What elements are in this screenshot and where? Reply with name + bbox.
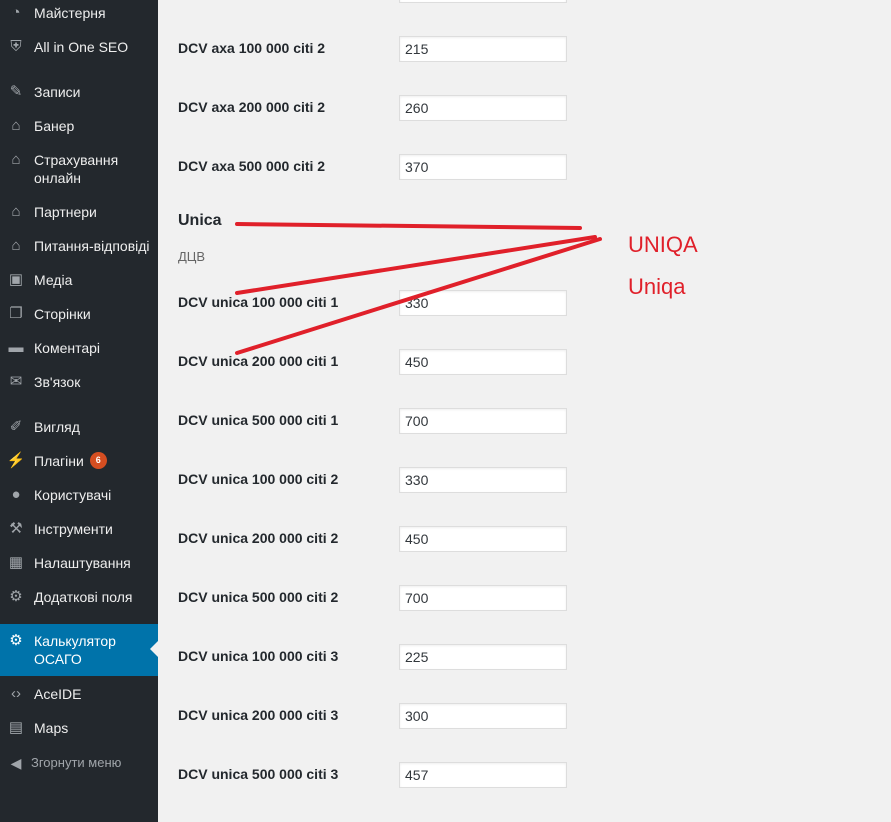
sidebar-item-label: All in One SEO: [34, 39, 129, 55]
field-input[interactable]: [399, 526, 567, 552]
sidebar-item-label: Майстерня: [34, 5, 106, 21]
sidebar-item-label: Зв'язок: [34, 374, 81, 390]
sidebar-item-label: Користувачі: [34, 487, 112, 503]
field-label: DCV unica 200 000 citi 1: [178, 353, 339, 369]
field-input[interactable]: [399, 154, 567, 180]
wrench-icon: ⚒: [9, 520, 23, 537]
field-label: DCV axa 100 000 citi 2: [178, 40, 326, 56]
sidebar-item-label: Вигляд: [34, 419, 80, 435]
map-icon: ▤: [8, 719, 24, 736]
field-input[interactable]: [399, 36, 567, 62]
update-count-badge: 6: [89, 452, 107, 469]
sidebar-item-label: Додаткові поля: [34, 589, 133, 605]
sidebar-item-osago-calculator[interactable]: ⚙ Калькулятор ОСАГО: [0, 624, 158, 676]
field-label: DCV unica 500 000 citi 3: [178, 766, 339, 782]
section-subtitle: ДЦВ: [178, 249, 206, 264]
mail-icon: ✉: [9, 373, 23, 390]
annotation-text-capitalized: Uniqa: [628, 274, 686, 299]
field-input[interactable]: [399, 762, 567, 788]
dashboard-icon: ◔: [11, 4, 21, 21]
field-label: DCV unica 100 000 citi 2: [178, 471, 339, 487]
home-icon: ⌂: [11, 203, 21, 220]
field-label: DCV axa 500 000 citi 2: [178, 158, 326, 174]
sidebar-item-label: Калькулятор ОСАГО: [34, 633, 116, 667]
section-title: Unica: [178, 212, 222, 229]
home-icon: ⌂: [11, 237, 21, 254]
collapse-menu-label: Згорнути меню: [31, 755, 122, 770]
sidebar-item-label: AceIDE: [34, 686, 82, 702]
sidebar-item-label: Страхування онлайн: [34, 152, 119, 186]
plugin-icon: ⚡: [6, 452, 26, 469]
field-input[interactable]: [399, 467, 567, 493]
sidebar-item-label: Інструменти: [34, 521, 113, 537]
gear-icon: ⚙: [9, 588, 23, 605]
field-input[interactable]: [399, 408, 567, 434]
sidebar-item-label: Записи: [34, 84, 81, 100]
gear-icon: ⚙: [9, 632, 23, 649]
field-label: DCV axa 200 000 citi 2: [178, 99, 326, 115]
field-input[interactable]: [399, 644, 567, 670]
field-input[interactable]: [399, 585, 567, 611]
sidebar-item-label: Maps: [34, 720, 69, 736]
sidebar-item-label: Партнери: [34, 204, 97, 220]
brush-icon: ✐: [9, 418, 23, 435]
field-label: DCV unica 100 000 citi 1: [178, 294, 339, 310]
field-input[interactable]: [399, 703, 567, 729]
sidebar-item-label: Плагіни: [34, 453, 84, 469]
user-icon: ●: [11, 486, 21, 503]
home-icon: ⌂: [11, 117, 21, 134]
sidebar-item-label: Налаштування: [34, 555, 131, 571]
field-label: DCV unica 500 000 citi 1: [178, 412, 339, 428]
sidebar-item-label: Коментарі: [34, 340, 101, 356]
active-indicator: [150, 641, 158, 657]
field-input[interactable]: [399, 290, 567, 316]
shield-icon: ⛨: [10, 38, 22, 55]
admin-sidebar: ◔ Майстерня ⛨ All in One SEO ✎ Записи ⌂ …: [0, 0, 158, 822]
pin-icon: ✎: [9, 83, 23, 100]
pages-icon: ❐: [9, 305, 23, 322]
field-label: DCV unica 200 000 citi 2: [178, 530, 339, 546]
media-icon: ▣: [8, 271, 24, 288]
annotation-text-uppercase: UNIQA: [628, 232, 698, 257]
sidebar-item-label: Банер: [34, 118, 75, 134]
field-label: DCV unica 500 000 citi 2: [178, 589, 339, 605]
field-input[interactable]: [399, 349, 567, 375]
settings-icon: ▦: [8, 554, 24, 571]
sidebar-item-label: Медіа: [34, 272, 73, 288]
main-content: DCV axa 100 000 citi 2 DCV axa 200 000 c…: [158, 0, 891, 822]
field-label: DCV unica 200 000 citi 3: [178, 707, 339, 723]
field-input[interactable]: [399, 0, 567, 3]
sidebar-item-label: Сторінки: [34, 306, 91, 322]
collapse-arrow-icon: ◀: [10, 755, 22, 771]
field-label: DCV unica 100 000 citi 3: [178, 648, 339, 664]
code-icon: ‹›: [11, 685, 21, 702]
home-icon: ⌂: [11, 151, 21, 168]
comment-icon: ▬: [8, 339, 24, 356]
sidebar-item-label: Питання-відповіді: [34, 238, 150, 254]
field-input[interactable]: [399, 95, 567, 121]
